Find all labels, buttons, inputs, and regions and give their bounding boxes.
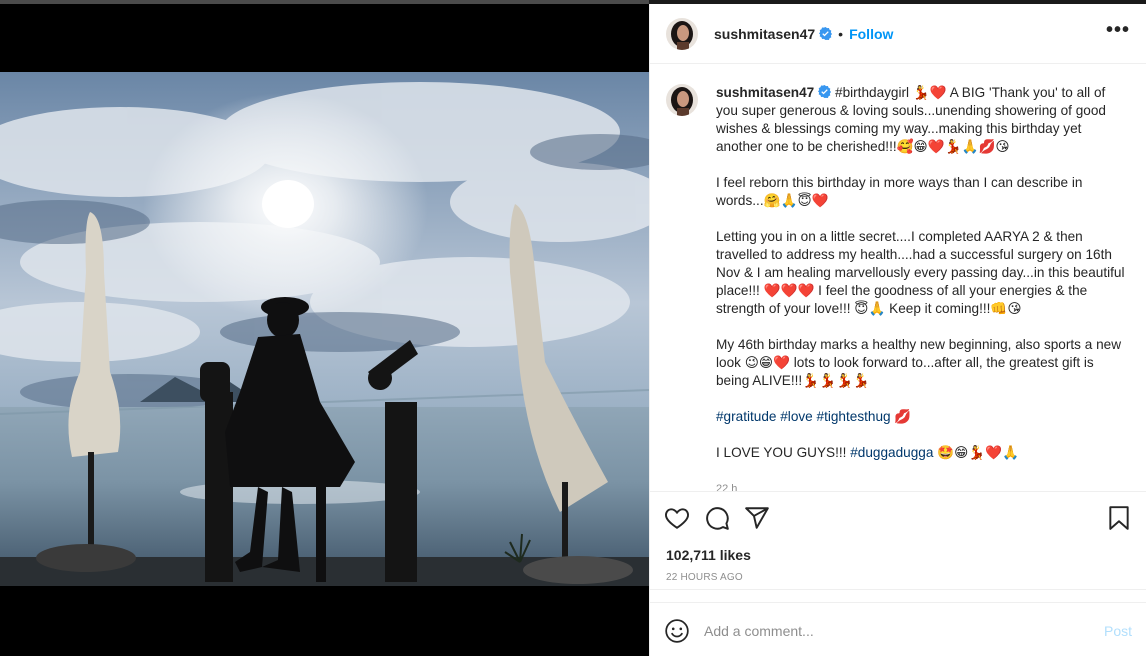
caption-paragraph-3: Letting you in on a little secret....I c… bbox=[716, 229, 1129, 316]
caption-paragraph-1: sushmitasen47 #birthdaygirl 💃❤️ A BIG 'T… bbox=[716, 84, 1130, 156]
caption-paragraph-6: I LOVE YOU GUYS!!! #duggadugga 🤩😁💃❤️🙏 bbox=[716, 444, 1130, 462]
comment-input[interactable] bbox=[704, 622, 1104, 639]
comment-bubble-icon[interactable] bbox=[704, 505, 730, 531]
caption-paragraph-5: #gratitude #love #tightesthug 💋 bbox=[716, 408, 1130, 426]
post-info-panel: sushmitasen47 • Follow ••• sushmitasen47… bbox=[649, 4, 1146, 656]
like-count[interactable]: 102,711 likes bbox=[650, 544, 1146, 566]
heart-icon[interactable] bbox=[664, 505, 690, 531]
caption-p6-emoji: 🤩😁💃❤️🙏 bbox=[933, 445, 1020, 460]
action-bar bbox=[650, 492, 1146, 544]
paper-plane-icon[interactable] bbox=[744, 505, 770, 531]
post-header: sushmitasen47 • Follow ••• bbox=[650, 4, 1146, 64]
avatar[interactable] bbox=[666, 17, 698, 50]
caption-p5-emoji: 💋 bbox=[890, 409, 912, 424]
more-options-icon[interactable]: ••• bbox=[1106, 20, 1130, 43]
caption-paragraph-2: I feel reborn this birthday in more ways… bbox=[716, 175, 1087, 208]
post-photo[interactable] bbox=[0, 72, 649, 586]
background-strip bbox=[0, 0, 649, 4]
caption-timestamp: 22 h bbox=[716, 483, 738, 492]
follow-button[interactable]: Follow bbox=[849, 26, 893, 42]
caption-text: sushmitasen47 #birthdaygirl 💃❤️ A BIG 'T… bbox=[716, 84, 1130, 491]
caption-area: sushmitasen47 #birthdaygirl 💃❤️ A BIG 'T… bbox=[650, 64, 1146, 492]
header-username[interactable]: sushmitasen47 bbox=[714, 26, 815, 42]
separator-dot: • bbox=[838, 25, 844, 42]
post-comment-button[interactable]: Post bbox=[1104, 623, 1132, 639]
caption-username[interactable]: sushmitasen47 bbox=[716, 85, 814, 100]
hashtag-links[interactable]: #gratitude #love #tightesthug bbox=[716, 409, 891, 424]
hashtag-duggadugga[interactable]: #duggadugga bbox=[850, 445, 933, 460]
caption-p6-text: I LOVE YOU GUYS!!! bbox=[716, 445, 851, 460]
verified-badge-icon bbox=[818, 85, 832, 98]
verified-badge-icon bbox=[819, 27, 833, 40]
post-timestamp[interactable]: 22 HOURS AGO bbox=[650, 566, 1146, 590]
caption-paragraph-4: My 46th birthday marks a healthy new beg… bbox=[716, 337, 1125, 388]
bookmark-icon[interactable] bbox=[1106, 505, 1132, 531]
photo-illustration bbox=[0, 72, 649, 586]
caption-avatar[interactable] bbox=[666, 84, 698, 116]
comment-composer: Post bbox=[650, 602, 1146, 656]
post-media-pane bbox=[0, 0, 649, 656]
smiley-icon[interactable] bbox=[664, 618, 690, 644]
